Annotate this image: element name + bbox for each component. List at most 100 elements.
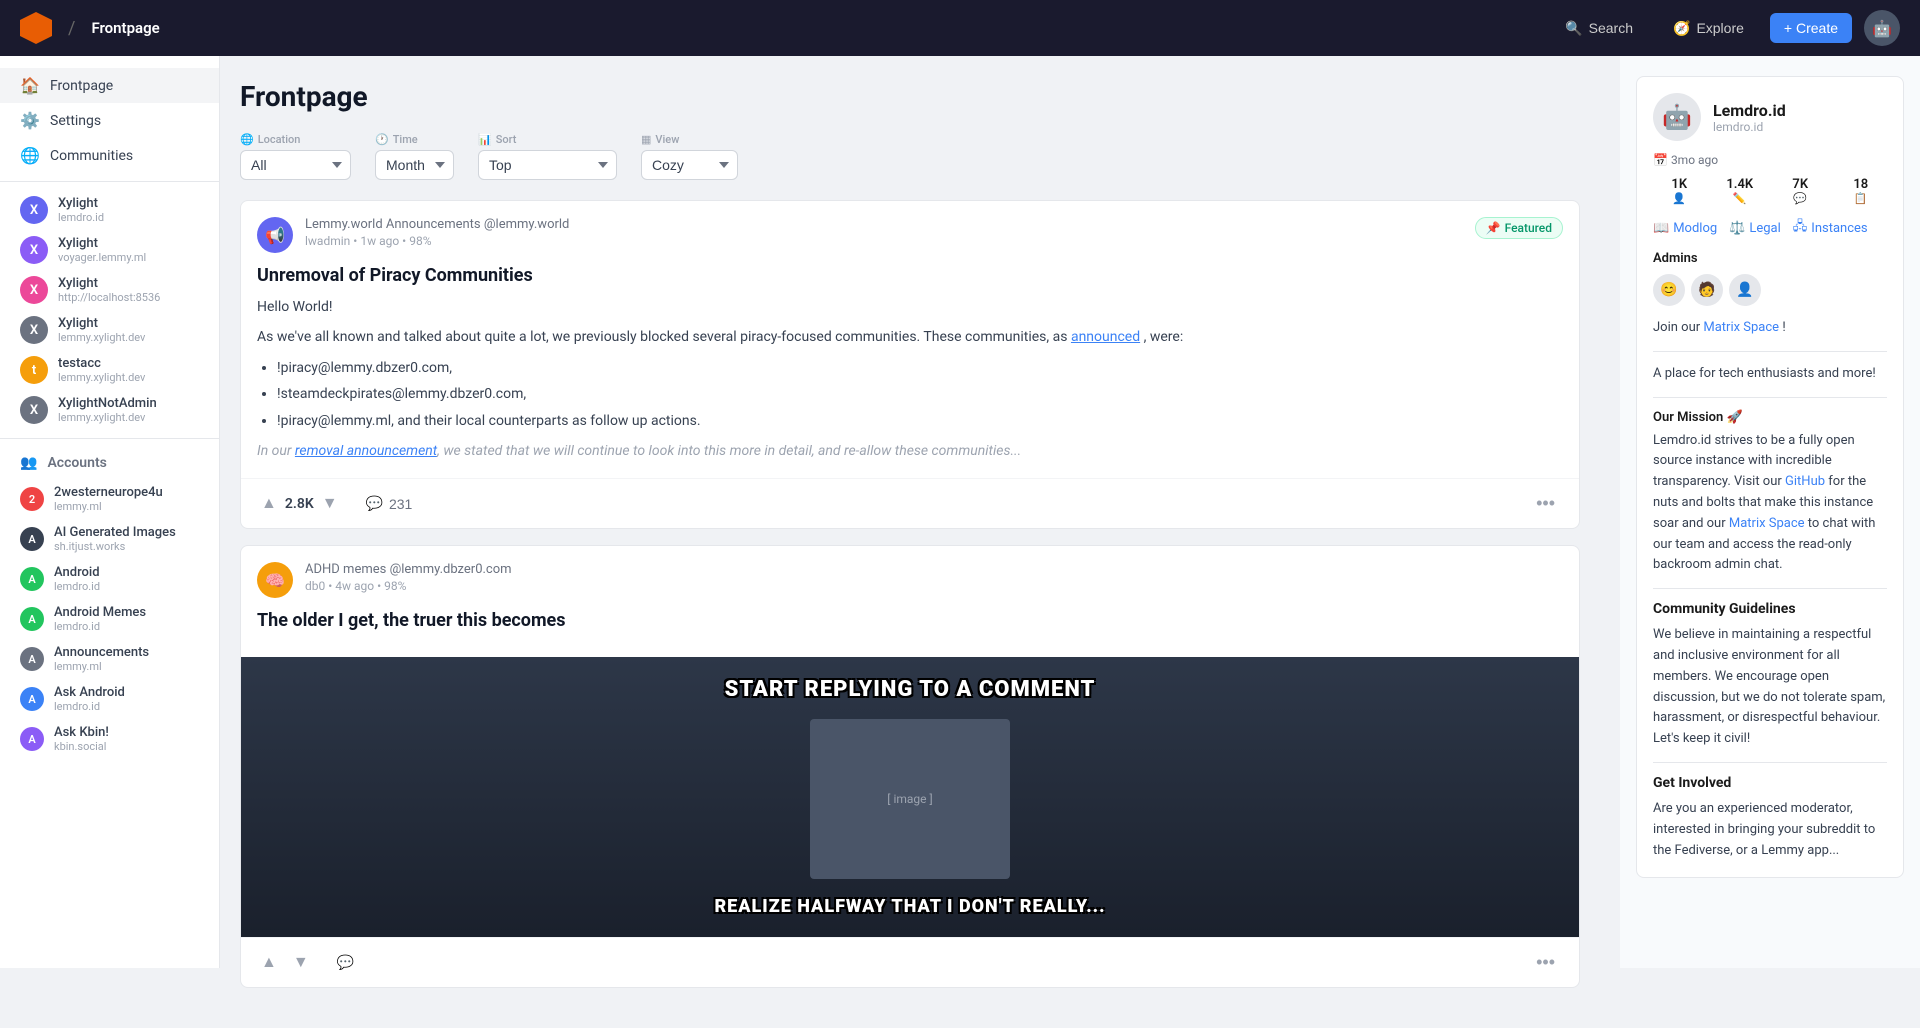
time-filter-label: 🕐 Time [375, 133, 454, 146]
location-select[interactable]: All Local Subscribed [240, 150, 351, 180]
comment-button[interactable]: 💬 231 [358, 491, 421, 516]
more-options-button[interactable]: ••• [1528, 948, 1563, 977]
divider-4 [1653, 762, 1887, 763]
removal-announcement-link[interactable]: removal announcement [295, 443, 437, 459]
instances-link[interactable]: 🖧 Instances [1793, 217, 1868, 239]
user-avatar[interactable]: 🤖 [1864, 10, 1900, 46]
post-meta: Lemmy.world Announcements @lemmy.world l… [305, 217, 1463, 248]
sidebar-account-xylight-lemdro[interactable]: X Xylight lemdro.id [0, 190, 219, 230]
explore-button[interactable]: 🧭 Explore [1659, 13, 1758, 44]
sidebar-item-frontpage[interactable]: 🏠 Frontpage [0, 68, 219, 103]
create-button[interactable]: + Create [1770, 13, 1852, 43]
globe-icon: 🌐 [20, 146, 40, 165]
main-content: Frontpage 🌐 Location All Local Subscribe… [220, 56, 1600, 1028]
legal-link[interactable]: ⚖️ Legal [1729, 217, 1781, 239]
sidebar-account-xylight-xylight[interactable]: X Xylight lemmy.xylight.dev [0, 310, 219, 350]
sidebar-community-ai-generated[interactable]: A AI Generated Images sh.itjust.works [0, 519, 219, 559]
sort-filter-label: 📊 Sort [478, 133, 617, 146]
matrix-space-link[interactable]: Matrix Space [1703, 320, 1779, 335]
vote-count: 2.8K [285, 496, 314, 512]
post-footer: ▲ 2.8K ▼ 💬 231 ••• [241, 478, 1579, 528]
sidebar-account-testacc[interactable]: t testacc lemmy.xylight.dev [0, 350, 219, 390]
view-filter-label: ▦ View [641, 133, 738, 146]
more-options-button[interactable]: ••• [1528, 489, 1563, 518]
post-community-name[interactable]: Lemmy.world Announcements @lemmy.world [305, 217, 1463, 232]
sidebar-item-settings[interactable]: ⚙️ Settings [0, 103, 219, 138]
list-item: !piracy@lemmy.ml, and their local counte… [277, 410, 1563, 432]
search-button[interactable]: 🔍 Search [1551, 13, 1647, 44]
downvote-button[interactable]: ▼ [318, 491, 342, 517]
github-link[interactable]: GitHub [1785, 474, 1825, 489]
post-title[interactable]: Unremoval of Piracy Communities [257, 265, 1563, 286]
meme-figure: [ image ] [810, 719, 1010, 879]
sidebar-account-xylightnotadmin[interactable]: X XylightNotAdmin lemmy.xylight.dev [0, 390, 219, 430]
account-avatar: X [20, 196, 48, 224]
accounts-section-header: 👥 Accounts [0, 447, 219, 479]
instances-icon: 🖧 [1793, 217, 1808, 239]
settings-icon: ⚙️ [20, 111, 40, 130]
account-avatar: X [20, 396, 48, 424]
matrix-space-link-2[interactable]: Matrix Space [1729, 516, 1805, 531]
divider-2 [1653, 397, 1887, 398]
sort-select[interactable]: Active Hot New Top MostComments [478, 150, 617, 180]
sidebar-community-2western[interactable]: 2 2westerneurope4u lemmy.ml [0, 479, 219, 519]
guidelines-text: We believe in maintaining a respectful a… [1653, 625, 1887, 750]
post-content-fade: In our removal announcement, we stated t… [257, 440, 1563, 462]
admin-avatar-3[interactable]: 👤 [1729, 274, 1761, 306]
page-title: Frontpage [240, 80, 1580, 113]
view-select[interactable]: Cozy Compact Card [641, 150, 738, 180]
sidebar-community-announcements[interactable]: A Announcements lemmy.ml [0, 639, 219, 679]
post-card-body: 🧠 ADHD memes @lemmy.dbzer0.com db0 • 4w … [241, 546, 1579, 657]
guidelines-title: Community Guidelines [1653, 601, 1887, 617]
community-avatar: A [20, 647, 44, 671]
topnav-actions: 🔍 Search 🧭 Explore + Create 🤖 [1551, 10, 1900, 46]
post-community-name[interactable]: ADHD memes @lemmy.dbzer0.com [305, 562, 1563, 577]
sidebar-divider-1 [0, 181, 219, 182]
get-involved-text: Are you an experienced moderator, intere… [1653, 799, 1887, 861]
comment-icon: 💬 [337, 954, 354, 971]
post-card: 📢 Lemmy.world Announcements @lemmy.world… [240, 200, 1580, 529]
modlog-link[interactable]: 📖 Modlog [1653, 217, 1717, 239]
site-age: 📅 3mo ago [1653, 153, 1887, 167]
community-avatar: A [20, 607, 44, 631]
upvote-button[interactable]: ▲ [257, 950, 281, 976]
clock-icon: 🕐 [375, 133, 389, 146]
home-icon: 🏠 [20, 76, 40, 95]
sidebar-community-ask-android[interactable]: A Ask Android lemdro.id [0, 679, 219, 719]
site-links: 📖 Modlog ⚖️ Legal 🖧 Instances [1653, 217, 1887, 239]
vote-section: ▲ ▼ [257, 950, 313, 976]
stat-communities: 18 📋 [1835, 177, 1888, 205]
sidebar-community-ask-kbin[interactable]: A Ask Kbin! kbin.social [0, 719, 219, 759]
site-avatar: 🤖 [1653, 93, 1701, 141]
sidebar-community-android[interactable]: A Android lemdro.id [0, 559, 219, 599]
post-title[interactable]: The older I get, the truer this becomes [257, 610, 1563, 631]
announced-link[interactable]: announced [1071, 329, 1140, 345]
featured-badge: 📌 Sort Featured [1475, 217, 1563, 239]
post-card-body: 📢 Lemmy.world Announcements @lemmy.world… [241, 201, 1579, 478]
view-icon: ▦ [641, 133, 651, 146]
admin-avatar-1[interactable]: 😊 [1653, 274, 1685, 306]
sidebar-community-android-memes[interactable]: A Android Memes lemdro.id [0, 599, 219, 639]
admins-list: 😊 🧑 👤 [1653, 274, 1887, 306]
post-meta: ADHD memes @lemmy.dbzer0.com db0 • 4w ag… [305, 562, 1563, 593]
sidebar-account-xylight-voyager[interactable]: X Xylight voyager.lemmy.ml [0, 230, 219, 270]
sidebar-divider-2 [0, 438, 219, 439]
time-select[interactable]: Hour Day Week Month Year All [375, 150, 454, 180]
downvote-button[interactable]: ▼ [289, 950, 313, 976]
admin-avatar-2[interactable]: 🧑 [1691, 274, 1723, 306]
site-header: 🤖 Lemdro.id lemdro.id [1653, 93, 1887, 141]
left-sidebar: 🏠 Frontpage ⚙️ Settings 🌐 Communities X … [0, 56, 220, 968]
app-logo[interactable] [20, 12, 52, 44]
site-description: A place for tech enthusiasts and more! [1653, 364, 1887, 385]
legal-icon: ⚖️ [1729, 221, 1745, 236]
post-image: START REPLYING TO A COMMENT [ image ] RE… [241, 657, 1579, 937]
post-header: 📢 Lemmy.world Announcements @lemmy.world… [257, 217, 1563, 253]
upvote-button[interactable]: ▲ [257, 491, 281, 517]
nav-slash: / [68, 18, 75, 39]
comment-button[interactable]: 💬 [329, 950, 362, 975]
sidebar-item-communities[interactable]: 🌐 Communities [0, 138, 219, 173]
divider-3 [1653, 588, 1887, 589]
divider-1 [1653, 351, 1887, 352]
post-bullet-list: !piracy@lemmy.dbzer0.com, !steamdeckpira… [277, 357, 1563, 432]
sidebar-account-xylight-localhost[interactable]: X Xylight http://localhost:8536 [0, 270, 219, 310]
